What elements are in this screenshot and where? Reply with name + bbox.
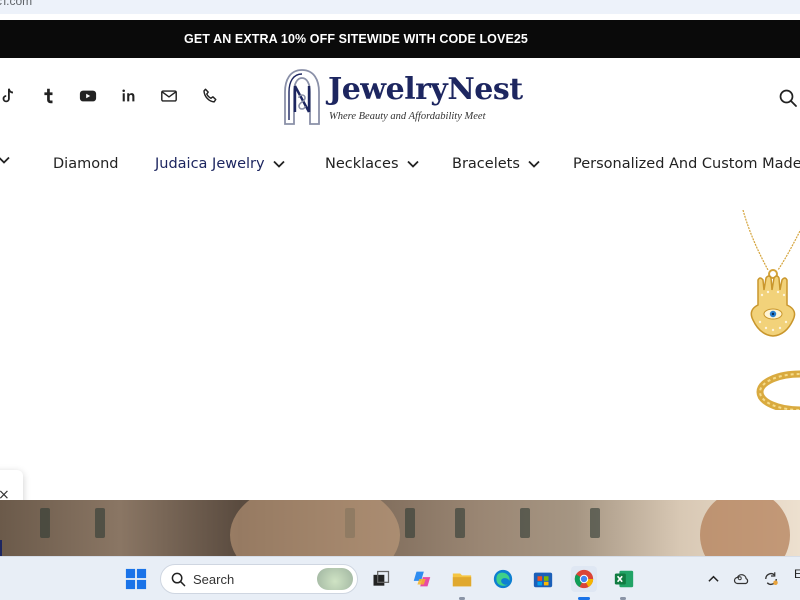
nav-item-label: Bracelets bbox=[452, 156, 520, 172]
display-detail bbox=[520, 508, 530, 538]
tumblr-icon[interactable] bbox=[38, 86, 58, 106]
edge-icon[interactable] bbox=[491, 567, 515, 591]
main-navigation: Diamond Judaica Jewelry Necklaces Bracel… bbox=[0, 148, 800, 186]
display-detail bbox=[95, 508, 105, 538]
person-silhouette bbox=[700, 500, 790, 556]
side-accent bbox=[0, 540, 2, 556]
chevron-down-icon bbox=[528, 160, 540, 168]
nav-item-label: Judaica Jewelry bbox=[155, 156, 265, 172]
chrome-icon[interactable] bbox=[571, 566, 597, 592]
nav-item-label: Personalized And Custom Made bbox=[573, 156, 800, 172]
display-detail bbox=[590, 508, 600, 538]
logo-name: JewelryNest bbox=[328, 72, 523, 107]
site-header: JewelryNest Where Beauty and Affordabili… bbox=[0, 58, 800, 148]
chevron-down-icon bbox=[406, 160, 419, 168]
site-logo[interactable]: JewelryNest Where Beauty and Affordabili… bbox=[282, 68, 523, 130]
hero-banner[interactable] bbox=[0, 186, 800, 500]
nav-item-personalized-custom[interactable]: Personalized And Custom Made bbox=[573, 156, 800, 172]
promo-banner[interactable]: GET AN EXTRA 10% OFF SITEWIDE WITH CODE … bbox=[0, 20, 800, 58]
store-photo-banner bbox=[0, 500, 800, 556]
address-bar-url[interactable]: ст.com bbox=[0, 0, 32, 8]
logo-tagline: Where Beauty and Affordability Meet bbox=[329, 111, 486, 122]
nav-dropdown-partial[interactable] bbox=[0, 156, 10, 164]
windows-taskbar: Search E bbox=[0, 556, 800, 600]
chevron-up-icon[interactable] bbox=[701, 567, 725, 591]
nav-item-judaica-jewelry[interactable]: Judaica Jewelry bbox=[155, 156, 285, 172]
display-detail bbox=[40, 508, 50, 538]
tray-language-text[interactable]: E bbox=[794, 567, 800, 581]
search-icon bbox=[171, 572, 186, 587]
youtube-icon[interactable] bbox=[78, 86, 98, 106]
hamsa-necklace-image bbox=[742, 210, 800, 410]
search-highlight-thumbnail bbox=[317, 568, 353, 590]
mail-icon[interactable] bbox=[159, 86, 179, 106]
promo-text[interactable]: GET AN EXTRA 10% OFF SITEWIDE WITH CODE … bbox=[184, 32, 528, 46]
file-explorer-icon[interactable] bbox=[450, 567, 474, 591]
tiktok-icon[interactable] bbox=[0, 86, 18, 106]
search-icon[interactable] bbox=[778, 88, 798, 108]
logo-mark-icon bbox=[284, 69, 320, 125]
store-icon[interactable] bbox=[531, 567, 555, 591]
display-detail bbox=[455, 508, 465, 538]
task-view-icon[interactable] bbox=[369, 567, 393, 591]
nav-item-necklaces[interactable]: Necklaces bbox=[325, 156, 419, 172]
linkedin-icon[interactable] bbox=[119, 86, 139, 106]
display-detail bbox=[405, 508, 415, 538]
nav-item-label: Diamond bbox=[53, 156, 119, 172]
person-silhouette bbox=[230, 500, 400, 556]
nav-item-diamond[interactable]: Diamond bbox=[53, 156, 118, 172]
nav-item-bracelets[interactable]: Bracelets bbox=[452, 156, 540, 172]
taskbar-search-box[interactable]: Search bbox=[160, 564, 358, 594]
sync-icon[interactable] bbox=[759, 567, 783, 591]
copilot-icon[interactable] bbox=[410, 567, 434, 591]
taskbar-search-label: Search bbox=[193, 572, 235, 587]
windows-start-icon[interactable] bbox=[124, 567, 148, 591]
chevron-down-icon bbox=[272, 160, 285, 168]
weather-cloud-icon[interactable] bbox=[730, 567, 754, 591]
phone-icon[interactable] bbox=[200, 86, 220, 106]
chevron-down-icon bbox=[0, 156, 10, 164]
nav-item-label: Necklaces bbox=[325, 156, 399, 172]
address-bar[interactable]: ст.com bbox=[0, 0, 800, 14]
excel-icon[interactable] bbox=[612, 567, 636, 591]
